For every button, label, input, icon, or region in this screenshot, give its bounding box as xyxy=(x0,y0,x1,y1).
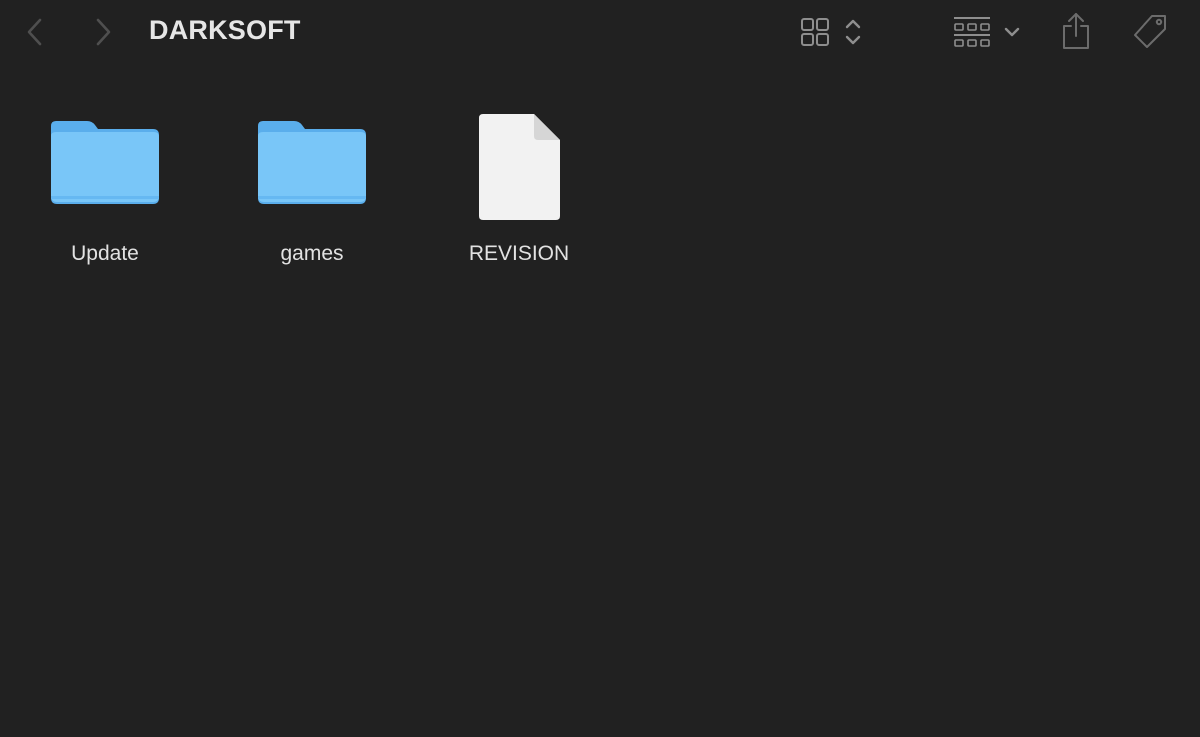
item-label: Update xyxy=(71,242,139,265)
view-mode-button[interactable] xyxy=(796,12,868,52)
group-by-button[interactable] xyxy=(948,12,1026,52)
chevron-down-icon xyxy=(1004,27,1020,37)
folder-icon xyxy=(51,121,159,204)
window-title: DARKSOFT xyxy=(149,15,301,45)
folder-item-games[interactable]: games xyxy=(232,64,392,265)
chevron-left-icon xyxy=(27,18,42,46)
file-grid: Update games REVISION xyxy=(0,64,1200,737)
item-label: games xyxy=(280,242,344,265)
share-button[interactable] xyxy=(1056,8,1096,54)
tag-button[interactable] xyxy=(1128,10,1172,54)
folder-icon xyxy=(258,121,366,204)
folder-item-update[interactable]: Update xyxy=(25,64,185,265)
back-button[interactable] xyxy=(18,12,52,52)
toolbar: DARKSOFT xyxy=(0,0,1200,64)
file-item-revision[interactable]: REVISION xyxy=(439,64,599,265)
item-label: REVISION xyxy=(468,242,570,265)
forward-button[interactable] xyxy=(86,12,120,52)
up-down-chevron-icon xyxy=(845,19,861,45)
share-icon xyxy=(1063,13,1089,49)
tag-icon xyxy=(1134,15,1166,48)
finder-window: DARKSOFT Update games REVISION xyxy=(0,0,1200,737)
group-by-icon xyxy=(954,17,990,47)
icon-grid-view-icon xyxy=(801,18,829,46)
document-icon xyxy=(479,114,560,220)
chevron-right-icon xyxy=(96,18,111,46)
